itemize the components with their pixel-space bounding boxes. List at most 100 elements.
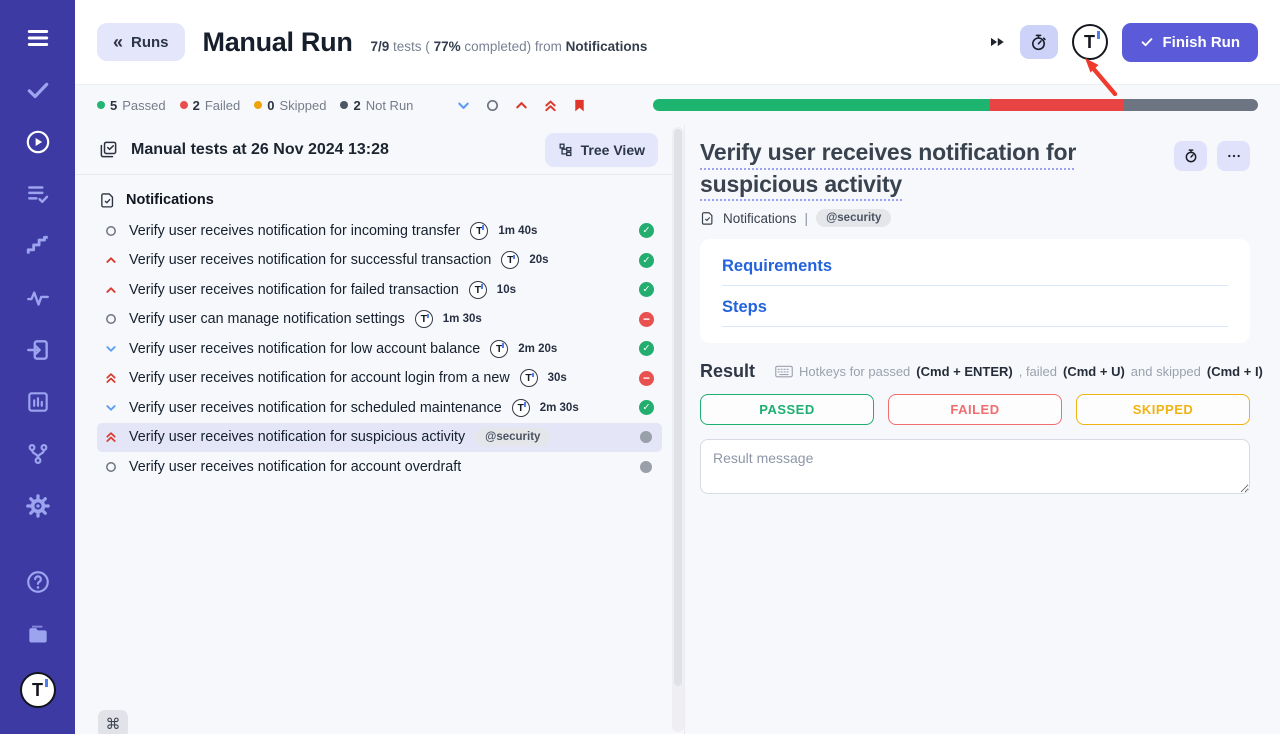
status-row: 5Passed 2Failed 0Skipped 2Not Run [75,85,1280,125]
suite-name: Notifications [126,192,214,208]
status-passed-icon [639,400,654,415]
steps-icon[interactable] [24,232,52,260]
double-chevron-up-icon [103,370,119,386]
run-progress-bar [653,99,1258,111]
testomat-logo-icon: T [415,310,433,328]
document-icon [99,192,116,209]
check-icon [1140,35,1154,49]
circle-icon[interactable] [484,97,500,113]
timer-button[interactable] [1174,141,1207,171]
test-row[interactable]: Verify user receives notification for in… [97,216,662,246]
test-duration: 20s [529,254,548,266]
bookmark-icon[interactable] [571,97,587,113]
run-header: Manual tests at 26 Nov 2024 13:28 Tree V… [75,125,672,175]
test-title: Verify user receives notification for su… [129,429,465,445]
status-passed-icon [639,341,654,356]
test-detail-panel: Verify user receives notification for su… [684,125,1280,734]
test-duration: 2m 20s [518,343,557,355]
suite-folder[interactable]: Notifications [75,187,672,213]
back-to-runs-button[interactable]: « Runs [97,23,185,61]
test-tag[interactable]: @security [816,209,891,227]
test-duration: 1m 40s [498,225,537,237]
menu-icon[interactable] [24,24,52,52]
test-row[interactable]: Verify user receives notification for su… [97,423,662,453]
page-title: Manual Run [203,27,353,58]
test-duration: 10s [497,284,516,296]
requirements-section: Requirements [722,257,1228,286]
activity-icon[interactable] [24,284,52,312]
status-dot [180,101,188,109]
result-buttons: PASSED FAILED SKIPPED [700,394,1250,425]
logo-icon[interactable]: T [20,672,56,708]
tree-icon [558,142,573,157]
test-title: Verify user can manage notification sett… [129,311,405,327]
bar-chart-icon[interactable] [24,388,52,416]
status-passed-icon [639,282,654,297]
finish-run-button[interactable]: Finish Run [1122,23,1259,62]
command-key-hint: ⌘ [98,710,128,734]
testomat-logo-icon: T [490,340,508,358]
testomat-logo-icon: T [501,251,519,269]
test-row[interactable]: Verify user receives notification for fa… [97,275,662,305]
test-list: Verify user receives notification for in… [75,216,672,482]
count-failed[interactable]: 2Failed [180,98,241,113]
count-not-run[interactable]: 2Not Run [340,98,413,113]
status-passed-icon [639,223,654,238]
back-button-label: Runs [131,34,169,51]
play-circle-icon[interactable] [24,128,52,156]
test-run-icon [99,140,118,159]
detail-card: Requirements Steps [700,239,1250,343]
breadcrumb-suite[interactable]: Notifications [723,211,797,226]
scrollbar[interactable] [672,127,684,732]
test-title: Verify user receives notification for ac… [129,459,461,475]
requirements-heading[interactable]: Requirements [722,257,832,275]
chevron-down-icon [103,341,119,357]
detail-actions [1174,141,1250,171]
status-failed-icon [639,312,654,327]
checklist-icon[interactable] [24,180,52,208]
result-passed-button[interactable]: PASSED [700,394,874,425]
count-passed[interactable]: 5Passed [97,98,166,113]
status-filters [455,97,587,113]
branch-icon[interactable] [24,440,52,468]
fast-forward-icon[interactable] [988,33,1006,51]
test-duration: 2m 30s [540,402,579,414]
result-message-input[interactable] [700,439,1250,494]
chevron-up-icon[interactable] [513,97,529,113]
chevron-down-icon[interactable] [455,97,471,113]
folder-icon[interactable] [24,620,52,648]
gear-icon[interactable] [24,492,52,520]
status-notrun-icon [640,431,652,443]
result-failed-button[interactable]: FAILED [888,394,1062,425]
testomat-logo-icon: T [520,369,538,387]
count-skipped[interactable]: 0Skipped [254,98,326,113]
result-header: Result Hotkeys for passed (Cmd + ENTER) … [700,361,1250,382]
document-icon [700,211,715,226]
test-row[interactable]: Verify user receives notification for ac… [97,364,662,394]
result-skipped-button[interactable]: SKIPPED [1076,394,1250,425]
test-row[interactable]: Verify user can manage notification sett… [97,305,662,335]
scrollbar-thumb[interactable] [674,129,682,686]
status-notrun-icon [640,461,652,473]
test-row[interactable]: Verify user receives notification for sc… [97,393,662,423]
import-icon[interactable] [24,336,52,364]
test-row[interactable]: Verify user receives notification for su… [97,246,662,276]
double-chevron-up-icon[interactable] [542,97,558,113]
more-options-button[interactable] [1217,141,1250,171]
test-row[interactable]: Verify user receives notification for ac… [97,452,662,482]
stopwatch-icon [1183,148,1199,164]
status-passed-icon [639,253,654,268]
steps-heading[interactable]: Steps [722,298,767,316]
check-icon[interactable] [24,76,52,104]
status-failed-icon [639,371,654,386]
content-split: Manual tests at 26 Nov 2024 13:28 Tree V… [75,125,1280,734]
tree-view-button[interactable]: Tree View [545,133,658,167]
test-row[interactable]: Verify user receives notification for lo… [97,334,662,364]
progress-segment-notrun [1124,99,1258,111]
test-detail-title[interactable]: Verify user receives notification for su… [700,137,1154,200]
test-title: Verify user receives notification for sc… [129,400,502,416]
app-sidebar: T [0,0,75,734]
timer-button[interactable] [1020,25,1058,59]
help-icon[interactable] [24,568,52,596]
chevron-up-icon [103,252,119,268]
